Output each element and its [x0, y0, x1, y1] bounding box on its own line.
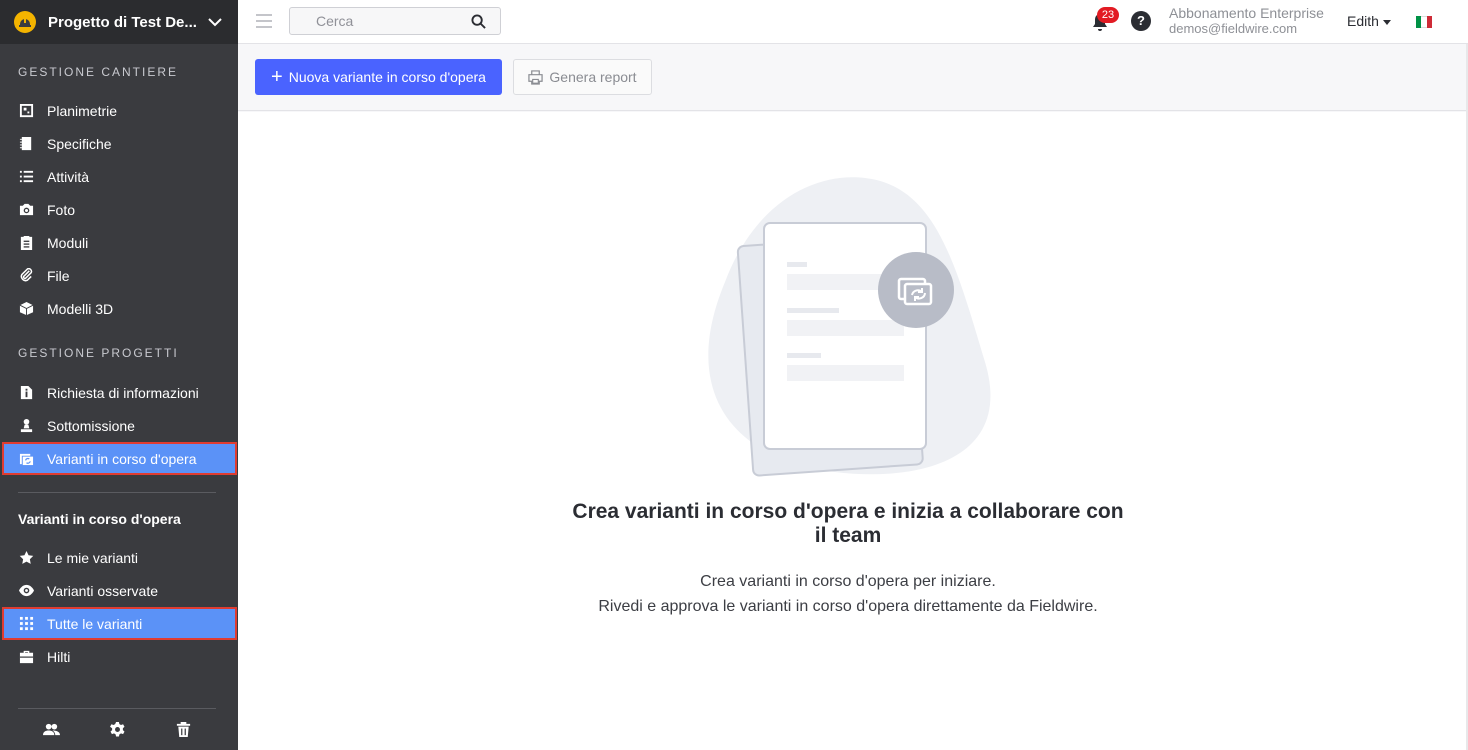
sidebar-item-varianti-osservate[interactable]: Varianti osservate	[2, 574, 237, 607]
empty-state: Crea varianti in corso d'opera e inizia …	[238, 112, 1468, 750]
user-menu[interactable]: Edith	[1347, 13, 1391, 29]
sidebar-item-label: File	[47, 267, 70, 284]
sidebar-item-planimetrie[interactable]: Planimetrie	[2, 94, 237, 127]
sidebar-item-label: Attività	[47, 168, 90, 185]
user-email: demos@fieldwire.com	[1169, 21, 1298, 36]
top-bar: 23 ? Abbonamento Enterprise demos@fieldw…	[238, 0, 1468, 44]
plus-icon: +	[271, 66, 283, 88]
helmet-icon	[14, 11, 36, 33]
account-info: Abbonamento Enterprise demos@fieldwire.c…	[1169, 5, 1324, 37]
stamp-icon	[18, 418, 34, 434]
clipboard-icon	[18, 235, 34, 251]
section-title-site: GESTIONE CANTIERE	[18, 65, 179, 79]
sidebar-item-modelli-3d[interactable]: Modelli 3D	[2, 292, 237, 325]
sidebar-item-label: Varianti osservate	[47, 582, 159, 599]
generate-report-button[interactable]: Genera report	[513, 59, 652, 95]
star-icon	[18, 550, 34, 566]
sidebar: Progetto di Test De... GESTIONE CANTIERE…	[0, 0, 238, 750]
sidebar-item-varianti[interactable]: Varianti in corso d'opera	[2, 442, 237, 475]
sidebar-item-label: Planimetrie	[47, 102, 118, 119]
italy-flag-icon[interactable]	[1416, 16, 1432, 28]
caret-down-icon	[1382, 19, 1391, 25]
search-icon[interactable]	[471, 14, 486, 29]
sidebar-item-label: Tutte le varianti	[47, 615, 143, 632]
toolbox-icon	[18, 649, 34, 665]
section-title-projects: GESTIONE PROGETTI	[18, 346, 179, 360]
sidebar-item-label: Moduli	[47, 234, 89, 251]
sidebar-divider	[18, 492, 216, 493]
sidebar-item-sottomissione[interactable]: Sottomissione	[2, 409, 237, 442]
empty-state-description: Crea varianti in corso d'opera per inizi…	[498, 569, 1198, 619]
list-icon	[18, 169, 34, 185]
toolbar: + Nuova variante in corso d'opera Genera…	[238, 44, 1468, 111]
camera-icon	[18, 202, 34, 218]
search-input[interactable]	[290, 8, 500, 34]
user-name: Edith	[1347, 13, 1379, 29]
sidebar-item-label: Specifiche	[47, 135, 112, 152]
sidebar-item-label: Le mie varianti	[47, 549, 139, 566]
grid-icon	[18, 616, 34, 632]
sidebar-item-tutte-le-varianti[interactable]: Tutte le varianti	[2, 607, 237, 640]
sidebar-item-attivita[interactable]: Attività	[2, 160, 237, 193]
gear-icon[interactable]	[109, 721, 126, 738]
cube-icon	[18, 301, 34, 317]
chevron-down-icon[interactable]	[206, 13, 224, 31]
sidebar-item-le-mie-varianti[interactable]: Le mie varianti	[2, 541, 237, 574]
search-box	[289, 7, 501, 35]
help-icon[interactable]: ?	[1131, 11, 1151, 31]
sidebar-item-label: Varianti in corso d'opera	[47, 450, 197, 467]
people-icon[interactable]	[42, 721, 60, 738]
project-name: Progetto di Test De...	[48, 13, 197, 31]
sidebar-item-label: Modelli 3D	[47, 300, 114, 317]
project-selector[interactable]: Progetto di Test De...	[0, 0, 238, 44]
empty-state-title: Crea varianti in corso d'opera e inizia …	[572, 500, 1124, 547]
trash-icon[interactable]	[175, 721, 192, 738]
sidebar-item-label: Hilti	[47, 648, 71, 665]
sidebar-item-hilti[interactable]: Hilti	[2, 640, 237, 673]
generate-report-label: Genera report	[549, 69, 637, 85]
empty-state-illustration	[708, 177, 991, 477]
sidebar-item-specifiche[interactable]: Specifiche	[2, 127, 237, 160]
eye-icon	[18, 583, 34, 599]
notification-badge[interactable]: 23	[1097, 7, 1119, 23]
floorplan-icon	[18, 103, 34, 119]
sidebar-item-foto[interactable]: Foto	[2, 193, 237, 226]
plan-name: Abbonamento Enterprise	[1169, 5, 1324, 21]
sidebar-item-moduli[interactable]: Moduli	[2, 226, 237, 259]
empty-state-line-2: Rivedi e approva le varianti in corso d'…	[598, 598, 1098, 615]
sidebar-item-label: Foto	[47, 201, 76, 218]
new-change-order-label: Nuova variante in corso d'opera	[288, 69, 486, 85]
change-order-icon	[18, 451, 34, 467]
info-file-icon	[18, 385, 34, 401]
empty-state-line-1: Crea varianti in corso d'opera per inizi…	[700, 573, 996, 590]
sidebar-item-label: Sottomissione	[47, 417, 135, 434]
book-icon	[18, 136, 34, 152]
paperclip-icon	[18, 268, 34, 284]
sidebar-item-label: Richiesta di informazioni	[47, 384, 199, 401]
sidebar-footer	[18, 708, 216, 750]
subnav-title: Varianti in corso d'opera	[18, 511, 181, 527]
new-change-order-button[interactable]: + Nuova variante in corso d'opera	[255, 59, 502, 95]
menu-icon[interactable]	[256, 14, 272, 28]
printer-icon	[528, 69, 544, 85]
sidebar-item-file[interactable]: File	[2, 259, 237, 292]
sidebar-item-rfi[interactable]: Richiesta di informazioni	[2, 376, 237, 409]
